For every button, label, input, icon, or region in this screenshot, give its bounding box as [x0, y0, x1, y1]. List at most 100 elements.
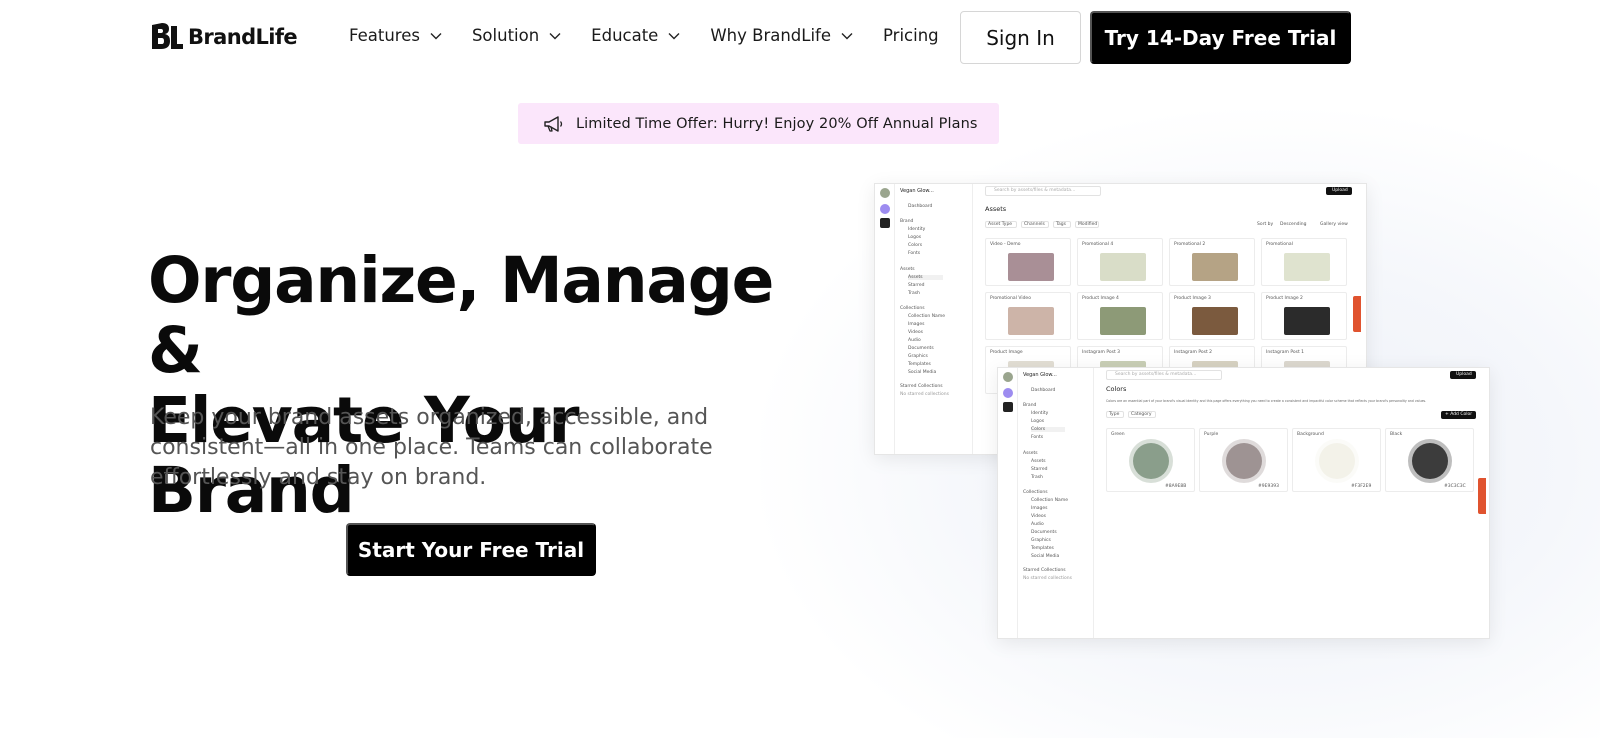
sidebar-item: Dashboard — [1031, 388, 1056, 393]
sidebar-item: Assets — [1023, 451, 1038, 456]
search-placeholder: Search by assets/files & metadata... — [1115, 372, 1197, 377]
feedback-tab — [1478, 478, 1486, 514]
asset-card: Promotional 4 — [1077, 238, 1163, 286]
workspace-avatar — [1003, 372, 1013, 382]
sign-in-button[interactable]: Sign In — [960, 11, 1081, 64]
colors-heading: Colors — [1106, 385, 1127, 393]
asset-thumbnail — [1284, 253, 1330, 281]
filter-label: Modified — [1078, 222, 1098, 227]
filter-label: Tags — [1056, 222, 1066, 227]
sidebar-item: Documents — [908, 346, 934, 351]
upload-button: Upload — [1326, 187, 1352, 195]
sidebar-item: Starred — [1031, 467, 1048, 472]
asset-card-label: Promotional 4 — [1082, 242, 1114, 247]
sidebar-item: Social Media — [1031, 554, 1060, 559]
chevron-down-icon — [668, 32, 680, 39]
sidebar-item: Videos — [1031, 514, 1046, 519]
sidebar-item: Starred Collections — [900, 384, 943, 389]
asset-card: Promotional 2 — [1169, 238, 1255, 286]
megaphone-icon — [544, 115, 563, 132]
order-label: Descending — [1280, 222, 1307, 227]
menu-educate-label: Educate — [591, 26, 659, 45]
filter-label: Category — [1131, 412, 1152, 417]
sidebar-item: Dashboard — [908, 204, 933, 209]
asset-thumbnail — [1100, 307, 1146, 335]
sidebar-item: Images — [1031, 506, 1048, 511]
sidebar-item: Assets — [908, 275, 943, 280]
user-avatar — [1003, 388, 1013, 398]
sort-label: Sort by — [1257, 222, 1274, 227]
sidebar-item: Social Media — [908, 370, 937, 375]
color-name: Green — [1111, 432, 1125, 437]
color-name: Black — [1390, 432, 1403, 437]
color-card: Purple #9E9393 — [1199, 428, 1288, 492]
sidebar-item: Graphics — [1031, 538, 1051, 543]
menu-features-label: Features — [349, 26, 420, 45]
sidebar-item: Identity — [908, 227, 926, 232]
workspace-avatar — [880, 188, 890, 198]
color-swatch — [1226, 443, 1262, 479]
sidebar-item: Graphics — [908, 354, 928, 359]
colors-description: Colors are an essential part of your bra… — [1106, 399, 1427, 403]
asset-card-label: Product Image 2 — [1266, 296, 1303, 301]
asset-card-label: Video - Demo — [990, 242, 1021, 247]
sidebar-item: Assets — [1031, 459, 1046, 464]
filter-label: Type — [1109, 412, 1120, 417]
search-placeholder: Search by assets/files & metadata... — [994, 188, 1076, 193]
brand-name: BrandLife — [188, 25, 298, 49]
color-swatch — [1133, 443, 1169, 479]
menu-solution-label: Solution — [471, 26, 540, 45]
workspace-logo — [880, 218, 890, 228]
search-input: Search by assets/files & metadata... — [985, 186, 1101, 196]
upload-label: Upload — [1332, 188, 1348, 193]
color-swatch — [1319, 443, 1355, 479]
sidebar-item: Videos — [908, 330, 923, 335]
main-menu: Features Solution Educate Why BrandLife … — [349, 26, 969, 45]
menu-pricing-label: Pricing — [883, 26, 939, 45]
sidebar-item: Assets — [900, 267, 915, 272]
upload-label: Upload — [1456, 372, 1472, 377]
menu-features[interactable]: Features — [349, 26, 442, 45]
brand-logo[interactable]: BrandLife — [150, 22, 298, 52]
asset-thumbnail — [1100, 253, 1146, 281]
workspace-logo — [1003, 402, 1013, 412]
menu-educate[interactable]: Educate — [591, 26, 680, 45]
user-avatar — [880, 204, 890, 214]
color-card: Black #3C3C3C — [1385, 428, 1474, 492]
asset-card: Product Image 4 — [1077, 292, 1163, 340]
sidebar-item: Colors — [908, 243, 923, 248]
free-trial-button[interactable]: Try 14-Day Free Trial — [1090, 11, 1351, 64]
asset-card: Promotional Video — [985, 292, 1071, 340]
asset-card: Product Image 3 — [1169, 292, 1255, 340]
menu-why-brandlife[interactable]: Why BrandLife — [710, 26, 853, 45]
brandlife-logo-icon — [152, 23, 183, 49]
sidebar-item: Audio — [1031, 522, 1044, 527]
start-free-trial-button[interactable]: Start Your Free Trial — [346, 523, 596, 576]
color-code: #F3F2E9 — [1351, 484, 1372, 489]
add-color-label: + Add Color — [1445, 412, 1473, 417]
assets-heading: Assets — [985, 205, 1007, 213]
menu-solution[interactable]: Solution — [472, 26, 561, 45]
sidebar-item: Logos — [908, 235, 922, 240]
sidebar-item: No starred collections — [900, 392, 949, 397]
chevron-down-icon — [841, 32, 853, 39]
asset-card-label: Instagram Post 1 — [1266, 350, 1305, 355]
sidebar-item: Colors — [1031, 427, 1066, 432]
menu-why-brandlife-label: Why BrandLife — [710, 26, 832, 45]
app-rail — [875, 184, 895, 454]
menu-pricing[interactable]: Pricing — [883, 26, 939, 45]
sidebar-item: Identity — [1031, 411, 1049, 416]
asset-thumbnail — [1008, 307, 1054, 335]
color-name: Purple — [1204, 432, 1219, 437]
asset-card-label: Product Image 3 — [1174, 296, 1211, 301]
colors-sidebar: Vegan Glow... Dashboard Brand Identity L… — [1018, 368, 1094, 638]
filter-label: Asset Type — [988, 222, 1013, 227]
filter-label: Channels — [1024, 222, 1045, 227]
sidebar-item: Fonts — [1031, 435, 1044, 440]
color-code: #9E9393 — [1258, 484, 1279, 489]
add-color-button: + Add Color — [1441, 411, 1476, 419]
color-card: Background #F3F2E9 — [1292, 428, 1381, 492]
asset-thumbnail — [1192, 307, 1238, 335]
sidebar-item: Logos — [1031, 419, 1045, 424]
sidebar-item: Brand — [1023, 403, 1037, 408]
